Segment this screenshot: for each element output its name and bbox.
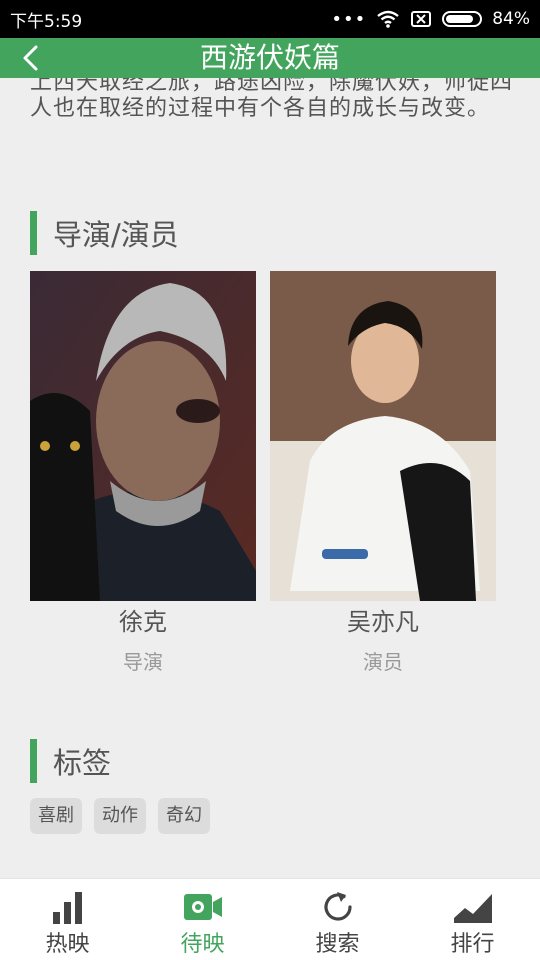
battery-percent: 84% [492, 9, 530, 29]
tags-section-title: 标签 [53, 746, 112, 780]
more-dots-icon: ••• [331, 8, 367, 30]
section-accent-bar [30, 211, 37, 255]
tag-chip[interactable]: 动作 [94, 798, 146, 834]
tag-chip[interactable]: 奇幻 [158, 798, 210, 834]
app-bar: 西游伏妖篇 [0, 38, 540, 78]
tab-now-showing[interactable]: 热映 [0, 879, 135, 960]
cast-card-director[interactable]: 徐克 导演 [30, 271, 256, 675]
person-role: 导演 [123, 650, 163, 674]
cast-section-header: 导演/演员 [30, 211, 179, 255]
cast-card-actor[interactable]: 吴亦凡 演员 [270, 271, 496, 675]
cast-section-title: 导演/演员 [53, 218, 179, 252]
tab-label: 排行 [450, 932, 495, 957]
tab-search[interactable]: 搜索 [270, 879, 405, 960]
tab-ranking[interactable]: 排行 [405, 879, 540, 960]
refresh-icon [318, 887, 358, 927]
tab-label: 搜索 [315, 932, 360, 957]
wifi-icon [377, 10, 399, 28]
tag-list: 喜剧 动作 奇幻 [30, 798, 210, 834]
status-icons: ••• 84% [331, 9, 530, 30]
camera-icon [183, 887, 223, 927]
battery-icon [442, 11, 483, 27]
tab-label: 热映 [45, 932, 90, 957]
person-name: 徐克 [119, 608, 167, 636]
tab-label: 待映 [180, 932, 225, 957]
tag-chip[interactable]: 喜剧 [30, 798, 82, 834]
person-photo [30, 271, 256, 601]
bottom-tab-bar: 热映 待映 搜索 排行 [0, 878, 540, 960]
status-time: 下午5:59 [10, 11, 83, 32]
person-name: 吴亦凡 [347, 608, 419, 636]
person-photo [270, 271, 496, 601]
person-role: 演员 [363, 650, 403, 674]
status-bar: 下午5:59 ••• 84% [0, 0, 540, 38]
tags-section-header: 标签 [30, 739, 111, 783]
bar-chart-icon [48, 887, 88, 927]
ranking-icon [453, 887, 493, 927]
movie-description: 上西天取经之旅，路途凶险，除魔伏妖，师徒四人也在取经的过程中有个各自的成长与改变… [30, 78, 514, 121]
no-sim-icon [411, 11, 432, 27]
section-accent-bar [30, 739, 37, 783]
detail-content[interactable]: 上西天取经之旅，路途凶险，除魔伏妖，师徒四人也在取经的过程中有个各自的成长与改变… [0, 78, 540, 878]
tab-coming-soon[interactable]: 待映 [135, 879, 270, 960]
page-title: 西游伏妖篇 [199, 41, 340, 74]
